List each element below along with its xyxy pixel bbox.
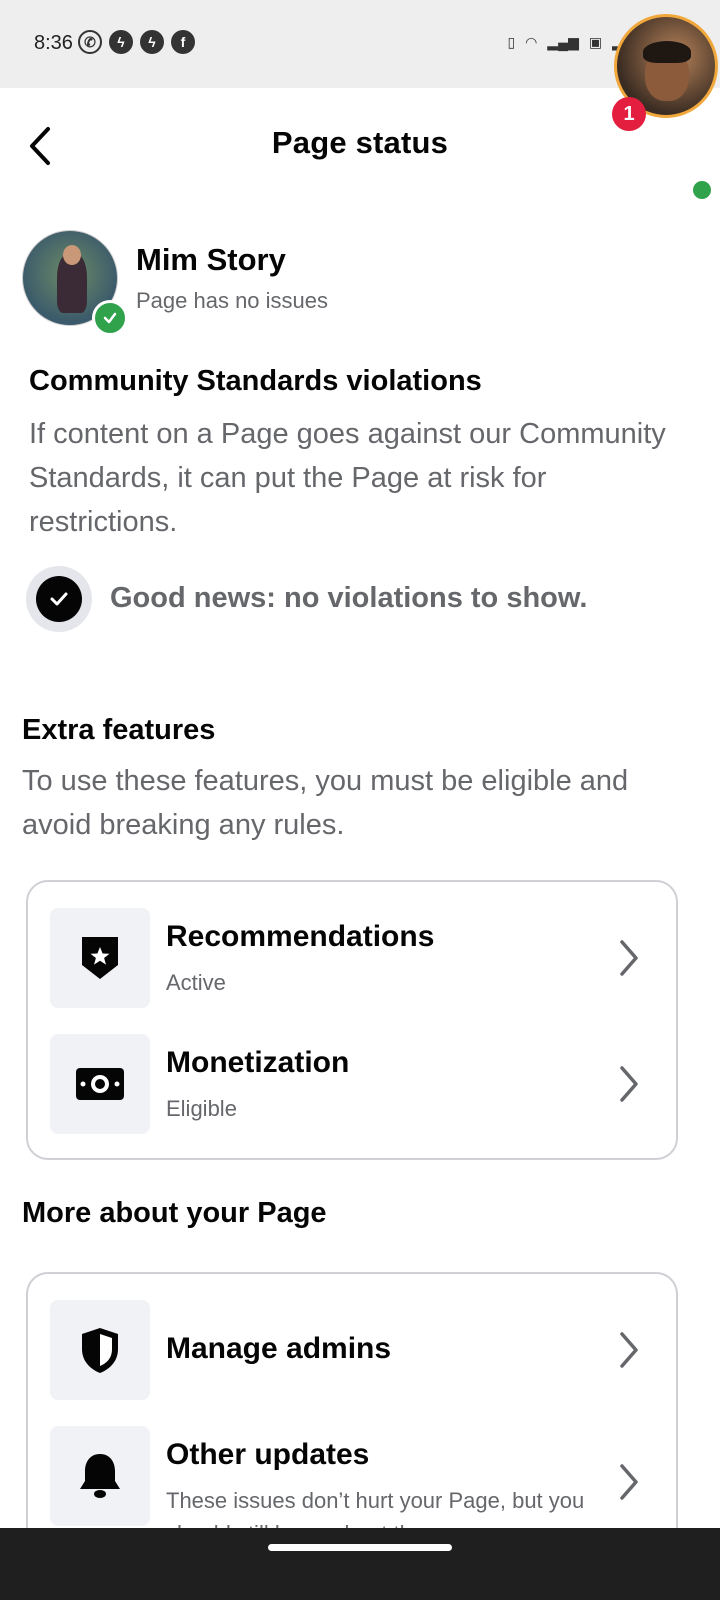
violations-title: Community Standards violations	[29, 365, 482, 397]
chevron-right-icon	[620, 1332, 638, 1368]
other-updates-title: Other updates	[166, 1438, 370, 1471]
bell-icon	[50, 1426, 150, 1526]
wifi-icon: ◠	[525, 33, 538, 50]
monetization-status: Eligible	[166, 1096, 237, 1121]
facebook-icon: f	[171, 30, 195, 54]
volte-icon: ▣	[588, 33, 603, 50]
star-badge-icon	[50, 908, 150, 1008]
online-indicator	[690, 178, 714, 202]
more-about-title: More about your Page	[22, 1197, 327, 1229]
chevron-right-icon	[620, 940, 638, 976]
monetization-title: Monetization	[166, 1046, 350, 1079]
messenger-icon: ϟ	[140, 30, 164, 54]
whatsapp-icon: ✆	[78, 30, 102, 54]
system-navigation-bar	[0, 1528, 720, 1600]
messenger-icon: ϟ	[109, 30, 133, 54]
vibrate-icon: ▯	[507, 33, 516, 50]
chevron-right-icon	[620, 1066, 638, 1102]
check-icon	[92, 300, 128, 336]
money-icon	[50, 1034, 150, 1134]
chathead-hair	[643, 41, 691, 63]
recommendations-row[interactable]: Recommendations Active	[50, 908, 658, 1008]
chathead-badge: 1	[612, 97, 646, 131]
manage-admins-title: Manage admins	[166, 1332, 392, 1365]
monetization-row[interactable]: Monetization Eligible	[50, 1034, 658, 1134]
extra-features-title: Extra features	[22, 714, 216, 746]
notification-icons: ✆ ϟ ϟ f	[78, 30, 195, 54]
page-status-text: Page has no issues	[136, 288, 329, 313]
signal-icon: ▂▄▆	[547, 33, 579, 50]
avatar-head	[63, 245, 81, 265]
page-profile: Mim Story Page has no issues	[20, 230, 700, 336]
good-news-text: Good news: no violations to show.	[110, 582, 588, 614]
recommendations-title: Recommendations	[166, 920, 435, 953]
chevron-right-icon	[620, 1464, 638, 1500]
page-name: Mim Story	[136, 242, 286, 277]
manage-admins-row[interactable]: Manage admins	[50, 1300, 658, 1400]
home-gesture-handle[interactable]	[268, 1544, 452, 1551]
recommendations-status: Active	[166, 970, 226, 995]
good-news-row: Good news: no violations to show.	[26, 566, 706, 632]
violations-description: If content on a Page goes against our Co…	[29, 418, 666, 538]
extra-features-card: Recommendations Active Monetization Elig…	[26, 880, 678, 1160]
check-circle-icon	[26, 566, 92, 632]
header: Page status	[0, 88, 720, 203]
status-time: 8:36	[34, 32, 73, 54]
more-about-card: Manage admins Other updates These issues…	[26, 1272, 678, 1572]
shield-icon	[50, 1300, 150, 1400]
page-title: Page status	[271, 125, 449, 160]
status-bar: 8:36 ✆ ϟ ϟ f ▯ ◠ ▂▄▆ ▣ ▂▄▆ 44	[0, 0, 720, 88]
extra-features-description: To use these features, you must be eligi…	[22, 765, 629, 841]
